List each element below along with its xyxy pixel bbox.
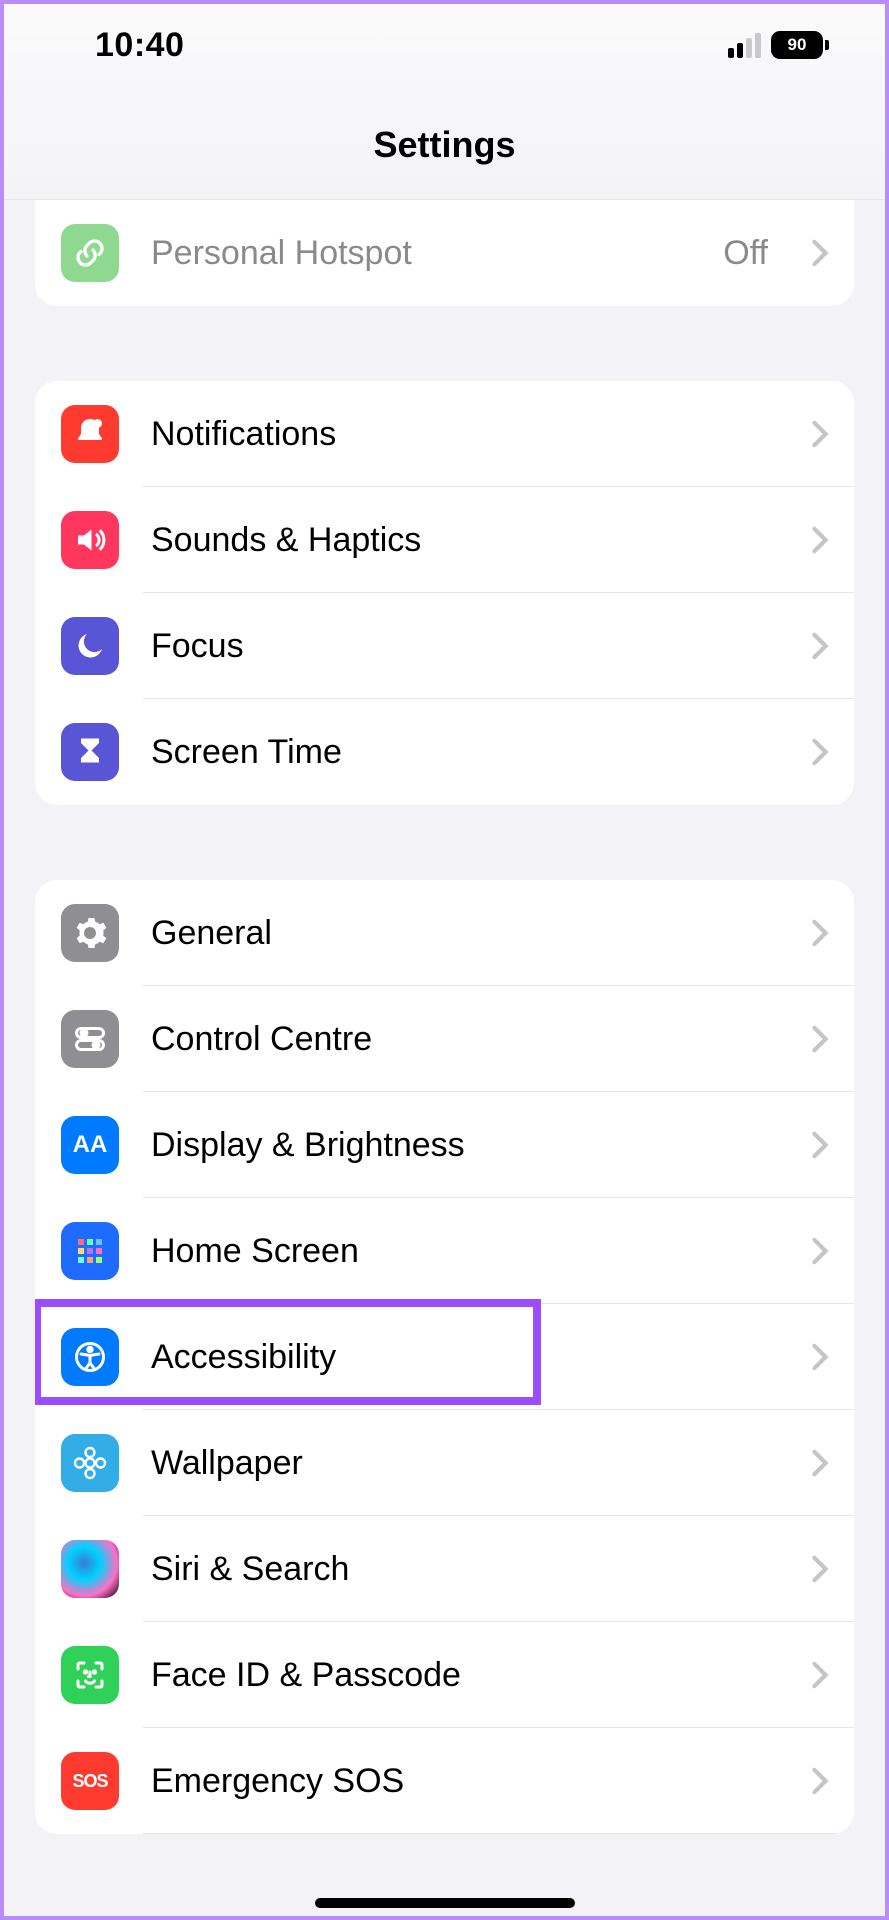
siri-icon bbox=[61, 1540, 119, 1598]
row-emergency-sos[interactable]: SOS Emergency SOS bbox=[35, 1728, 854, 1834]
row-control-centre[interactable]: Control Centre bbox=[35, 986, 854, 1092]
hourglass-icon bbox=[61, 723, 119, 781]
status-indicators: 90 bbox=[728, 31, 829, 59]
row-home-screen[interactable]: Home Screen bbox=[35, 1198, 854, 1304]
row-label: Focus bbox=[151, 627, 778, 666]
row-display-brightness[interactable]: AA Display & Brightness bbox=[35, 1092, 854, 1198]
chevron-right-icon bbox=[810, 1025, 830, 1053]
chevron-right-icon bbox=[810, 1131, 830, 1159]
row-label: Notifications bbox=[151, 415, 778, 454]
chevron-right-icon bbox=[810, 1767, 830, 1795]
row-label: Control Centre bbox=[151, 1020, 778, 1059]
chevron-right-icon bbox=[810, 632, 830, 660]
row-label: Emergency SOS bbox=[151, 1762, 778, 1801]
accessibility-icon bbox=[61, 1328, 119, 1386]
page-title: Settings bbox=[0, 90, 889, 200]
row-label: Accessibility bbox=[151, 1338, 778, 1377]
chevron-right-icon bbox=[810, 1449, 830, 1477]
chevron-right-icon bbox=[810, 1555, 830, 1583]
chevron-right-icon bbox=[810, 919, 830, 947]
row-siri-search[interactable]: Siri & Search bbox=[35, 1516, 854, 1622]
chevron-right-icon bbox=[810, 420, 830, 448]
settings-group-general: General Control Centre AA Display & Brig… bbox=[35, 880, 854, 1834]
row-screen-time[interactable]: Screen Time bbox=[35, 699, 854, 805]
row-label: Display & Brightness bbox=[151, 1126, 778, 1165]
battery-indicator: 90 bbox=[771, 31, 829, 59]
chevron-right-icon bbox=[810, 526, 830, 554]
faceid-icon bbox=[61, 1646, 119, 1704]
row-value: Off bbox=[723, 234, 768, 273]
flower-icon bbox=[61, 1434, 119, 1492]
row-label: Personal Hotspot bbox=[151, 234, 691, 273]
chevron-right-icon bbox=[810, 1661, 830, 1689]
row-label: Screen Time bbox=[151, 733, 778, 772]
aa-icon: AA bbox=[61, 1116, 119, 1174]
settings-group-connectivity: Personal Hotspot Off bbox=[35, 200, 854, 306]
link-icon bbox=[61, 224, 119, 282]
row-notifications[interactable]: Notifications bbox=[35, 381, 854, 487]
grid-icon bbox=[61, 1222, 119, 1280]
settings-group-notifications: Notifications Sounds & Haptics Focus Scr… bbox=[35, 381, 854, 805]
settings-list: Personal Hotspot Off Notifications Sound… bbox=[0, 200, 889, 1874]
row-label: General bbox=[151, 914, 778, 953]
chevron-right-icon bbox=[810, 239, 830, 267]
row-focus[interactable]: Focus bbox=[35, 593, 854, 699]
chevron-right-icon bbox=[810, 738, 830, 766]
status-time: 10:40 bbox=[95, 26, 184, 65]
battery-pct: 90 bbox=[771, 31, 823, 59]
home-indicator[interactable] bbox=[315, 1898, 575, 1908]
row-general[interactable]: General bbox=[35, 880, 854, 986]
row-wallpaper[interactable]: Wallpaper bbox=[35, 1410, 854, 1516]
row-label: Face ID & Passcode bbox=[151, 1656, 778, 1695]
chevron-right-icon bbox=[810, 1237, 830, 1265]
toggles-icon bbox=[61, 1010, 119, 1068]
row-sounds-haptics[interactable]: Sounds & Haptics bbox=[35, 487, 854, 593]
bell-icon bbox=[61, 405, 119, 463]
chevron-right-icon bbox=[810, 1343, 830, 1371]
cellular-signal-icon bbox=[728, 33, 761, 58]
row-face-id-passcode[interactable]: Face ID & Passcode bbox=[35, 1622, 854, 1728]
gear-icon bbox=[61, 904, 119, 962]
status-bar: 10:40 90 bbox=[0, 0, 889, 90]
row-accessibility[interactable]: Accessibility bbox=[35, 1304, 854, 1410]
speaker-icon bbox=[61, 511, 119, 569]
row-personal-hotspot[interactable]: Personal Hotspot Off bbox=[35, 200, 854, 306]
row-label: Sounds & Haptics bbox=[151, 521, 778, 560]
row-label: Home Screen bbox=[151, 1232, 778, 1271]
sos-icon: SOS bbox=[61, 1752, 119, 1810]
row-label: Siri & Search bbox=[151, 1550, 778, 1589]
moon-icon bbox=[61, 617, 119, 675]
row-label: Wallpaper bbox=[151, 1444, 778, 1483]
